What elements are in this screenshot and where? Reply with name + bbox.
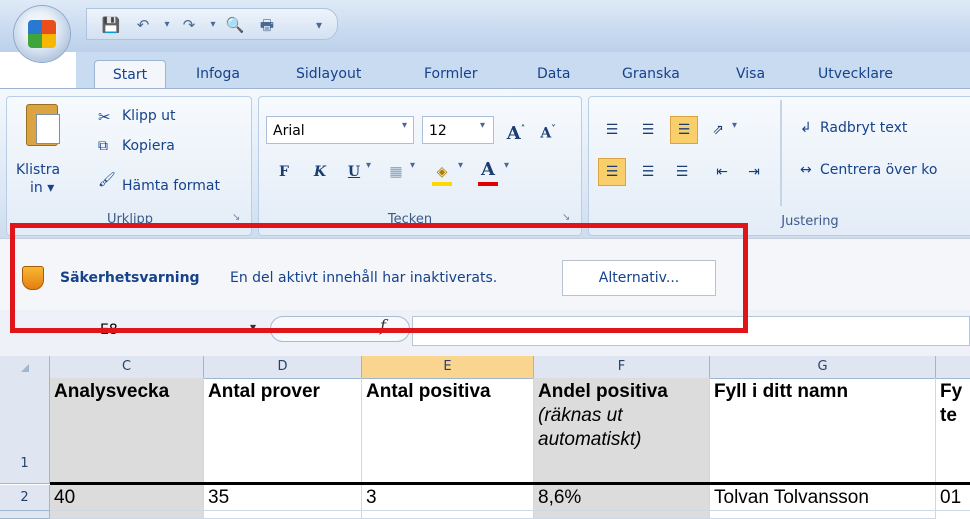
column-header-f[interactable]: F (534, 356, 710, 378)
cell-e3[interactable] (362, 511, 534, 519)
tab-utvecklare[interactable]: Utvecklare (808, 60, 903, 88)
cell-c3[interactable] (50, 511, 204, 519)
cut-button[interactable]: Klipp ut (122, 108, 176, 124)
cell-f1[interactable]: Andel positiva (räknas ut automatiskt) (534, 378, 710, 484)
cell-f3[interactable] (534, 511, 710, 519)
underline-dropdown-icon[interactable]: ▾ (366, 160, 371, 171)
cell-f1-note-line1: (räknas ut (538, 405, 623, 426)
paste-page-icon (36, 114, 60, 144)
font-color-icon[interactable]: A (474, 156, 502, 184)
copy-icon: ⧉ (98, 138, 108, 154)
alignment-group-label: Justering (781, 214, 839, 229)
cell-h1[interactable]: Fy te (936, 378, 970, 484)
borders-icon[interactable]: ▦ (382, 158, 410, 186)
grow-font-icon[interactable]: A˄ (502, 116, 530, 144)
column-header-e[interactable]: E (362, 356, 534, 378)
paste-label[interactable]: Klistra (16, 162, 60, 178)
align-middle-icon[interactable]: ☰ (634, 116, 662, 144)
cell-c2[interactable]: 40 (50, 485, 204, 511)
font-color-swatch (478, 182, 498, 186)
save-icon[interactable]: 💾 (101, 15, 121, 35)
column-header-c[interactable]: C (50, 356, 204, 378)
align-right-icon[interactable]: ☰ (668, 158, 696, 186)
align-left-icon[interactable]: ☰ (598, 158, 626, 186)
column-header-d[interactable]: D (204, 356, 362, 378)
wrap-text-icon: ↲ (800, 120, 812, 136)
merge-center-icon: ↔ (800, 162, 812, 178)
decrease-indent-icon[interactable]: ⇤ (708, 158, 736, 186)
font-name-select[interactable]: Arial (266, 116, 414, 144)
dialog-launcher-icon[interactable]: ↘ (232, 212, 242, 223)
tab-infoga[interactable]: Infoga (186, 60, 250, 88)
tab-visa[interactable]: Visa (726, 60, 775, 88)
cell-f2[interactable]: 8,6% (534, 485, 710, 511)
row-header-1[interactable]: 1 (0, 378, 50, 484)
tab-sidlayout[interactable]: Sidlayout (286, 60, 371, 88)
orientation-icon[interactable]: ⇗ (704, 116, 732, 144)
font-name-dropdown-icon[interactable]: ▾ (402, 120, 407, 131)
paste-dropdown-label[interactable]: in ▾ (30, 180, 54, 196)
tab-start[interactable]: Start (94, 60, 166, 89)
borders-dropdown-icon[interactable]: ▾ (410, 160, 415, 171)
align-top-icon[interactable]: ☰ (598, 116, 626, 144)
cell-f1-title: Andel positiva (538, 381, 668, 402)
tab-granska[interactable]: Granska (612, 60, 690, 88)
cell-g2[interactable]: Tolvan Tolvansson (710, 485, 936, 511)
quick-access-toolbar: 💾 ↶ ▾ ↷ ▾ 🔍 🖶 ▾ (86, 8, 338, 40)
cell-d3[interactable] (204, 511, 362, 519)
increase-indent-icon[interactable]: ⇥ (740, 158, 768, 186)
copy-button[interactable]: Kopiera (122, 138, 175, 154)
font-color-dropdown-icon[interactable]: ▾ (504, 160, 509, 171)
tab-formler[interactable]: Formler (414, 60, 488, 88)
undo-icon[interactable]: ↶ (133, 15, 153, 35)
cell-h1-line2: te (940, 405, 957, 426)
fill-color-swatch (432, 182, 452, 186)
shrink-font-icon[interactable]: A˅ (534, 116, 562, 144)
office-button[interactable] (14, 6, 70, 62)
alignment-divider (780, 100, 782, 206)
select-all-icon (20, 364, 29, 372)
font-dialog-launcher-icon[interactable]: ↘ (562, 212, 572, 223)
format-painter-button[interactable]: Hämta format (122, 178, 220, 194)
column-header-g[interactable]: G (710, 356, 936, 378)
print-preview-icon[interactable]: 🔍 (225, 15, 245, 35)
cell-d2[interactable]: 35 (204, 485, 362, 511)
cell-g3[interactable] (710, 511, 936, 519)
cell-e2[interactable]: 3 (362, 485, 534, 511)
tab-data[interactable]: Data (527, 60, 580, 88)
align-center-icon[interactable]: ☰ (634, 158, 662, 186)
italic-button[interactable]: K (306, 158, 334, 186)
redo-dropdown-icon[interactable]: ▾ (203, 15, 223, 35)
customize-qat-icon[interactable]: ▾ (309, 15, 329, 35)
redo-icon[interactable]: ↷ (179, 15, 199, 35)
row-header-2[interactable]: 2 (0, 485, 50, 511)
cell-d1[interactable]: Antal prover (204, 378, 362, 484)
cell-h2[interactable]: 01 (936, 485, 970, 511)
highlight-box (10, 223, 748, 333)
cell-c1[interactable]: Analysvecka (50, 378, 204, 484)
cell-e1[interactable]: Antal positiva (362, 378, 534, 484)
scissors-icon: ✂ (98, 108, 111, 126)
column-header-h[interactable] (936, 356, 970, 378)
row-header-3[interactable] (0, 511, 50, 519)
cell-h1-line1: Fy (940, 381, 963, 402)
wrap-text-button[interactable]: Radbryt text (820, 120, 907, 136)
quick-print-icon[interactable]: 🖶 (257, 15, 277, 35)
fill-color-dropdown-icon[interactable]: ▾ (458, 160, 463, 171)
font-size-dropdown-icon[interactable]: ▾ (480, 120, 485, 131)
office-logo-icon (28, 20, 56, 48)
cell-f1-note-line2: automatiskt) (538, 429, 642, 450)
orientation-dropdown-icon[interactable]: ▾ (732, 120, 737, 131)
undo-dropdown-icon[interactable]: ▾ (157, 15, 177, 35)
underline-button[interactable]: U (340, 158, 368, 186)
cell-g1[interactable]: Fyll i ditt namn (710, 378, 936, 484)
bold-button[interactable]: F (270, 158, 298, 186)
format-painter-icon: 🖌 (98, 172, 116, 188)
select-all-button[interactable] (0, 356, 50, 378)
merge-center-button[interactable]: Centrera över ko (820, 162, 937, 178)
align-bottom-icon[interactable]: ☰ (670, 116, 698, 144)
paste-button[interactable] (22, 104, 62, 162)
